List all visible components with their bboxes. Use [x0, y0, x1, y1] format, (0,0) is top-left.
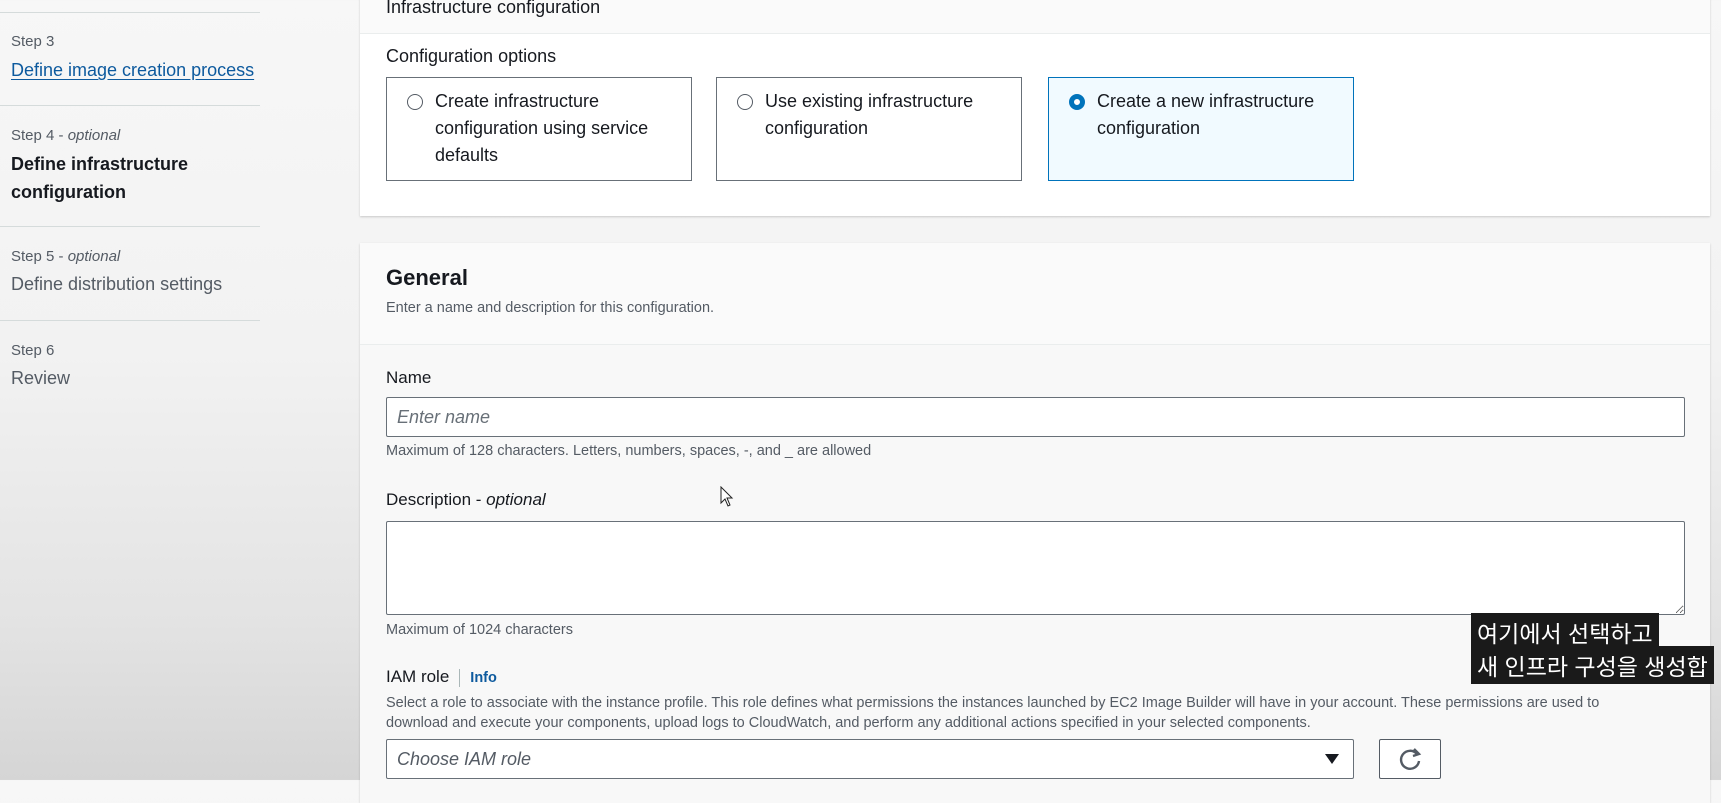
option-create-new[interactable]: Create a new infrastructure configuratio… — [1048, 77, 1354, 181]
step-6-title: Review — [11, 368, 71, 388]
infrastructure-configuration-panel: Infrastructure configuration Configurati… — [360, 0, 1710, 216]
info-link[interactable]: Info — [470, 670, 497, 686]
description-textarea[interactable] — [386, 521, 1685, 615]
mouse-pointer-icon — [720, 486, 734, 507]
general-title: General — [386, 265, 468, 290]
step-5-title: Define distribution settings — [11, 274, 223, 294]
divider — [0, 12, 260, 13]
configuration-options-label: Configuration options — [386, 46, 557, 66]
wizard-steps-sidebar: Step 3 Define image creation process Ste… — [0, 0, 262, 780]
step-3-link[interactable]: Define image creation process — [11, 56, 254, 84]
divider — [0, 226, 260, 227]
divider — [0, 105, 260, 106]
name-input[interactable] — [386, 397, 1685, 437]
option-use-existing[interactable]: Use existing infrastructure configuratio… — [716, 77, 1022, 181]
description-hint: Maximum of 1024 characters — [386, 622, 573, 638]
select-placeholder: Choose IAM role — [397, 749, 532, 769]
refresh-button[interactable] — [1379, 739, 1441, 779]
description-label: Description - optional — [386, 490, 546, 509]
option-label: Create infrastructure configuration usin… — [435, 91, 649, 165]
step-6-caption: Step 6 — [11, 342, 55, 359]
iam-role-label: IAM role — [386, 667, 450, 686]
step-5-caption: Step 5 - optional — [11, 248, 121, 265]
iam-desc-line: download and execute your components, up… — [386, 715, 1311, 731]
optional-tag: optional — [486, 490, 546, 509]
iam-desc-line: Select a role to associate with the inst… — [386, 695, 1600, 711]
option-service-defaults[interactable]: Create infrastructure configuration usin… — [386, 77, 692, 181]
iam-role-select[interactable]: Choose IAM role — [386, 739, 1354, 779]
panel-header: Infrastructure configuration — [360, 0, 1710, 34]
iam-role-description: Select a role to associate with the inst… — [386, 693, 1599, 733]
panel-header: General Enter a name and description for… — [360, 243, 1710, 345]
option-label: Use existing infrastructure configuratio… — [765, 91, 974, 138]
iam-role-label-row: IAM role Info — [386, 667, 497, 687]
step-4-caption: Step 4 - optional — [11, 127, 121, 144]
radio-button[interactable] — [407, 94, 423, 110]
option-label: Create a new infrastructure configuratio… — [1097, 91, 1315, 138]
name-label: Name — [386, 368, 432, 387]
caret-down-icon — [1325, 754, 1339, 764]
name-hint: Maximum of 128 characters. Letters, numb… — [386, 443, 872, 459]
divider — [0, 320, 260, 321]
radio-button[interactable] — [737, 94, 753, 110]
step-3-caption: Step 3 — [11, 33, 55, 50]
step-4-current: Define infrastructure configuration — [11, 154, 189, 202]
general-description: Enter a name and description for this co… — [386, 300, 715, 316]
optional-tag: optional — [67, 127, 121, 144]
radio-button-selected[interactable] — [1069, 94, 1085, 110]
subtitle-line-2: 새 인프라 구성을 생성합 — [1471, 646, 1714, 684]
refresh-icon — [1399, 748, 1422, 770]
general-panel: General Enter a name and description for… — [360, 243, 1710, 803]
panel-title: Infrastructure configuration — [386, 0, 601, 17]
optional-tag: optional — [67, 248, 121, 265]
divider — [459, 668, 461, 687]
